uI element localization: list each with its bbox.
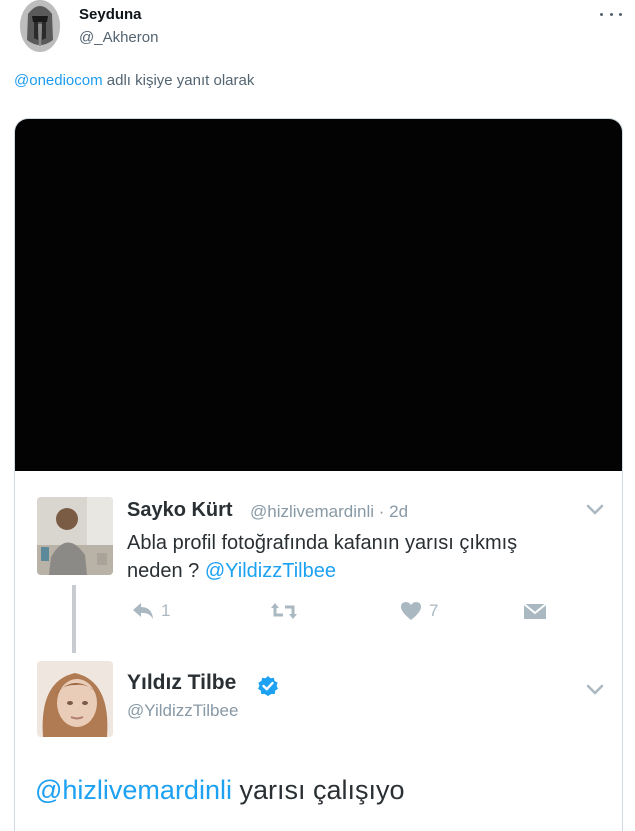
embedded-text-sayko: Abla profil fotoğrafında kafanın yarısı … — [127, 532, 518, 582]
more-options-icon[interactable] — [600, 6, 622, 22]
embedded-avatar-sayko — [37, 497, 113, 575]
tweet-media[interactable]: Sayko Kürt @hizlivemardinli · 2d Abla pr… — [14, 118, 623, 831]
heart-icon — [401, 602, 421, 620]
user-avatar[interactable] — [20, 0, 60, 52]
retweet-icon — [271, 603, 297, 619]
embedded-avatar-yildiz — [37, 661, 113, 737]
dm-action — [523, 597, 547, 625]
embedded-actions: 1 7 — [127, 597, 547, 625]
thread-line — [72, 585, 76, 653]
chevron-down-icon — [586, 504, 604, 515]
retweet-action — [269, 597, 299, 625]
media-black-area — [15, 119, 622, 471]
verified-badge-icon — [258, 676, 278, 696]
user-handle[interactable]: @_Akheron — [79, 29, 158, 46]
embedded-screenshot: Sayko Kürt @hizlivemardinli · 2d Abla pr… — [15, 471, 622, 831]
embedded-name-sayko: Sayko Kürt — [127, 499, 233, 521]
embedded-mention-yildiz: @YildizzTilbee — [204, 560, 336, 582]
display-name[interactable]: Seyduna — [79, 6, 142, 23]
embedded-reply-text: @hizlivemardinli yarısı çalışıyo — [35, 775, 405, 805]
helmet-avatar-image — [20, 0, 60, 52]
reply-action: 1 — [131, 597, 170, 625]
envelope-icon — [523, 603, 547, 619]
embedded-handle-yildiz: @YildizzTilbee — [127, 701, 239, 720]
embedded-name-yildiz: Yıldız Tilbe — [127, 671, 237, 694]
embedded-mention-hizli: @hizlivemardinli — [35, 775, 232, 805]
tweet-header: Seyduna @_Akheron — [0, 0, 635, 60]
reply-icon — [133, 603, 153, 619]
like-action: 7 — [399, 597, 438, 625]
embedded-handle-sayko: @hizlivemardinli · 2d — [250, 502, 409, 521]
reply-mention-link[interactable]: @onediocom — [14, 72, 103, 89]
chevron-down-icon — [586, 684, 604, 695]
reply-context: @onediocom adlı kişiye yanıt olarak — [14, 72, 254, 89]
reply-context-text: adlı kişiye yanıt olarak — [102, 72, 255, 89]
